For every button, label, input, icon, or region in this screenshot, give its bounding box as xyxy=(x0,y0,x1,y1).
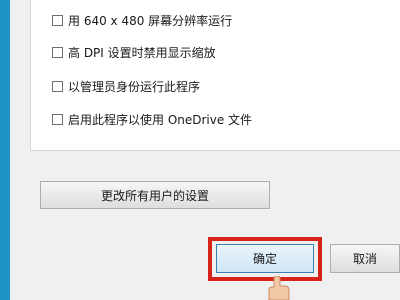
option-onedrive-files[interactable]: 启用此程序以使用 OneDrive 文件 xyxy=(52,111,252,127)
option-label: 启用此程序以使用 OneDrive 文件 xyxy=(68,112,253,127)
option-label: 以管理员身份运行此程序 xyxy=(68,79,201,94)
checkbox[interactable] xyxy=(52,80,63,92)
option-640x480[interactable]: 用 640 x 480 屏幕分辨率运行 xyxy=(52,12,232,28)
checkbox[interactable] xyxy=(52,14,63,26)
cancel-button[interactable]: 取消 xyxy=(330,244,400,273)
option-label: 用 640 x 480 屏幕分辨率运行 xyxy=(68,13,233,28)
hand-pointer-icon xyxy=(268,276,290,300)
option-run-as-admin[interactable]: 以管理员身份运行此程序 xyxy=(52,78,200,94)
checkbox[interactable] xyxy=(52,113,63,125)
ok-button[interactable]: 确定 xyxy=(216,244,314,273)
checkbox[interactable] xyxy=(52,46,63,58)
option-label: 高 DPI 设置时禁用显示缩放 xyxy=(68,45,216,60)
change-settings-for-all-users-button[interactable]: 更改所有用户的设置 xyxy=(40,181,270,209)
option-disable-dpi-scaling[interactable]: 高 DPI 设置时禁用显示缩放 xyxy=(52,44,216,60)
